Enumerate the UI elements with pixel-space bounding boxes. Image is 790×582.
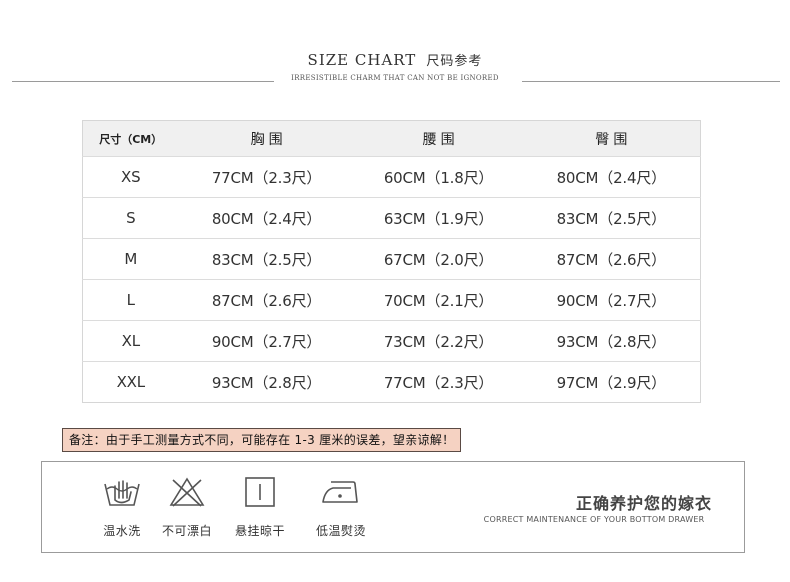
waist-cell: 77CM（2.3尺）	[383, 373, 494, 392]
bust-cell: 90CM（2.7尺）	[211, 332, 322, 351]
table-row: M 83CM（2.5尺） 67CM（2.0尺） 87CM（2.6尺）	[82, 238, 701, 280]
table-row: XS 77CM（2.3尺） 60CM（1.8尺） 80CM（2.4尺）	[82, 156, 701, 198]
measurement-note: 备注：由于手工测量方式不同，可能存在 1-3 厘米的误差，望亲谅解！	[62, 428, 462, 452]
care-item-hang-dry: 悬挂晾干	[220, 476, 300, 539]
hip-cell: 97CM（2.9尺）	[556, 373, 667, 392]
size-cell: S	[126, 209, 136, 227]
table-row: L 87CM（2.6尺） 70CM（2.1尺） 90CM（2.7尺）	[82, 279, 701, 321]
waist-cell: 67CM（2.0尺）	[383, 250, 494, 269]
column-header-bust: 胸 围	[250, 131, 283, 148]
care-label: 低温熨烫	[315, 524, 366, 538]
bust-cell: 87CM（2.6尺）	[211, 291, 322, 310]
title-chinese: 尺码参考	[426, 54, 483, 69]
column-header-waist: 腰 围	[422, 131, 455, 148]
hip-cell: 87CM（2.6尺）	[556, 250, 667, 269]
bust-cell: 83CM（2.5尺）	[211, 250, 322, 269]
waist-cell: 70CM（2.1尺）	[383, 291, 494, 310]
table-row: XXL 93CM（2.8尺） 77CM（2.3尺） 97CM（2.9尺）	[82, 361, 701, 403]
hand-wash-icon	[104, 480, 140, 506]
hang-dry-icon	[245, 477, 275, 507]
waist-cell: 60CM（1.8尺）	[383, 168, 494, 187]
bust-cell: 77CM（2.3尺）	[211, 168, 322, 187]
table-row: XL 90CM（2.7尺） 73CM（2.2尺） 93CM（2.8尺）	[82, 320, 701, 362]
waist-cell: 73CM（2.2尺）	[383, 332, 494, 351]
column-header-size: 尺寸（CM）	[99, 132, 163, 146]
care-item-low-iron: 低温熨烫	[301, 476, 381, 539]
waist-cell: 63CM（1.9尺）	[383, 209, 494, 228]
hip-cell: 83CM（2.5尺）	[556, 209, 667, 228]
care-title: 正确养护您的嫁衣	[575, 494, 712, 513]
hip-cell: 93CM（2.8尺）	[556, 332, 667, 351]
title-english: SIZE CHART	[307, 51, 417, 69]
size-cell: L	[126, 291, 135, 309]
care-label: 悬挂晾干	[234, 524, 285, 538]
hip-cell: 90CM（2.7尺）	[556, 291, 667, 310]
bust-cell: 80CM（2.4尺）	[211, 209, 322, 228]
column-header-hip: 臀 围	[595, 131, 628, 148]
size-cell: XS	[121, 168, 141, 186]
no-bleach-icon	[169, 477, 205, 507]
size-cell: XL	[121, 332, 140, 350]
table-row: S 80CM（2.4尺） 63CM（1.9尺） 83CM（2.5尺）	[82, 197, 701, 239]
size-cell: XXL	[116, 373, 146, 391]
size-cell: M	[124, 250, 138, 268]
care-label: 不可漂白	[161, 524, 212, 538]
header-divider-right	[522, 81, 780, 82]
page-title: SIZE CHART 尺码参考	[0, 50, 790, 69]
care-instructions-panel: 温水洗 不可漂白 悬挂晾干 低温熨烫 正确养护您的嫁衣 CORRECT MAIN…	[41, 461, 745, 553]
table-header-row: 尺寸（CM） 胸 围 腰 围 臀 围	[82, 120, 701, 157]
bust-cell: 93CM（2.8尺）	[211, 373, 322, 392]
care-item-no-bleach: 不可漂白	[147, 476, 227, 539]
size-chart-table: 尺寸（CM） 胸 围 腰 围 臀 围 XS 77CM（2.3尺） 60CM（1.…	[82, 120, 701, 403]
care-subtitle: CORRECT MAINTENANCE OF YOUR BOTTOM DRAWE…	[483, 515, 705, 524]
hip-cell: 80CM（2.4尺）	[556, 168, 667, 187]
low-iron-icon	[322, 481, 358, 503]
